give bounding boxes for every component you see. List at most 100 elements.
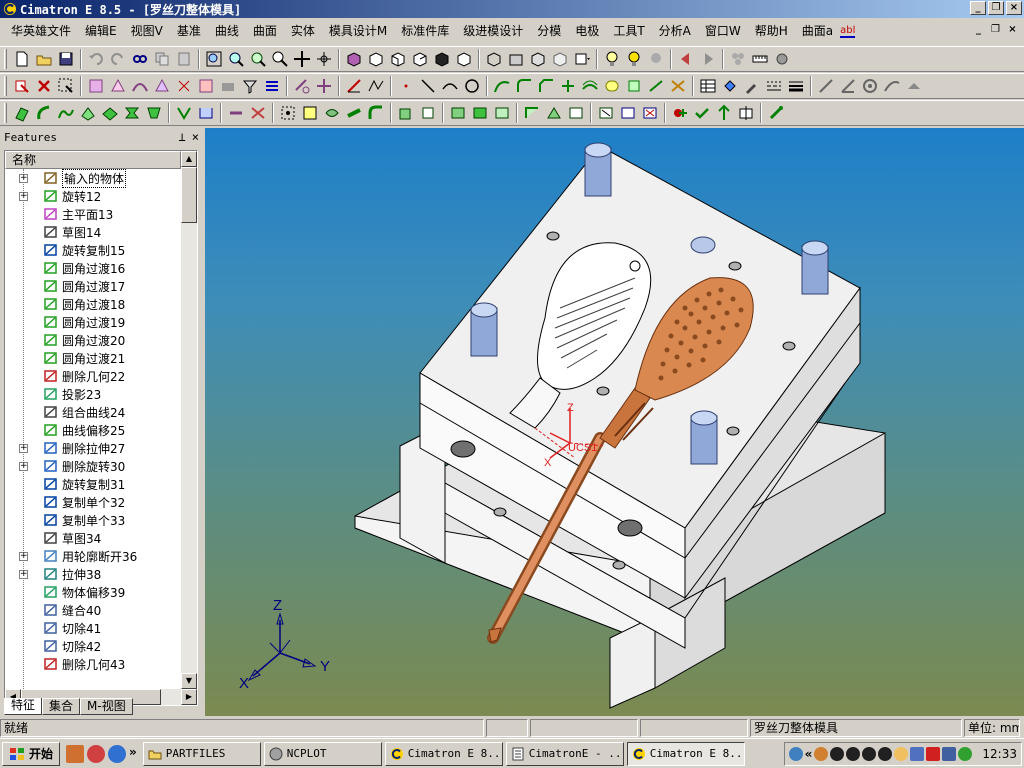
add-feature-icon[interactable] <box>669 102 691 124</box>
feature-tree-item[interactable]: + 旋转12 <box>5 187 181 205</box>
show-desktop-icon[interactable] <box>66 744 85 763</box>
feature-tree-item[interactable]: 圆角过渡16 <box>5 259 181 277</box>
tray-penguin-icon[interactable] <box>846 747 861 761</box>
expand-toggle-icon[interactable]: + <box>19 173 28 183</box>
feature-tree-item[interactable]: 旋转复制15 <box>5 241 181 259</box>
color-picker-icon[interactable] <box>741 75 763 97</box>
settings-gear-icon[interactable] <box>771 48 793 70</box>
check-feature-icon[interactable] <box>691 102 713 124</box>
doc-close-button[interactable]: × <box>1005 23 1020 37</box>
tray-chat-icon[interactable] <box>894 747 909 761</box>
delete-x-icon[interactable] <box>33 75 55 97</box>
list-icon[interactable] <box>261 75 283 97</box>
menu-solid[interactable]: 实体 <box>284 21 322 41</box>
pan-icon[interactable] <box>291 48 313 70</box>
feature-tree-item[interactable]: 缝合40 <box>5 601 181 619</box>
hidden-line-icon[interactable] <box>527 48 549 70</box>
new-file-icon[interactable] <box>11 48 33 70</box>
zoom-fit-icon[interactable] <box>203 48 225 70</box>
task-partfiles[interactable]: PARTFILES <box>142 741 261 766</box>
expand-toggle-icon[interactable]: + <box>19 461 28 471</box>
solid-chamfer-icon[interactable] <box>543 102 565 124</box>
surface-fillet-icon[interactable] <box>365 102 387 124</box>
doc-restore-button[interactable]: ❐ <box>988 23 1003 37</box>
scroll-up-button[interactable]: ▲ <box>181 151 197 167</box>
paste-icon[interactable] <box>173 48 195 70</box>
solid-cut-icon[interactable] <box>595 102 617 124</box>
task-cimatron-active[interactable]: Cimatron E 8... <box>626 741 745 766</box>
scroll-thumb[interactable] <box>181 167 197 223</box>
line-icon[interactable] <box>417 75 439 97</box>
mesh-surface-icon[interactable] <box>143 102 165 124</box>
feature-tree-item[interactable]: + 删除拉伸27 <box>5 439 181 457</box>
feature-tree-item[interactable]: 圆角过渡19 <box>5 313 181 331</box>
fill-color-icon[interactable] <box>719 75 741 97</box>
feature-tree[interactable]: 名称 + 输入的物体 + 旋转12 主平面13 草图14 旋转复制15 圆角过渡16 圆角过渡1… <box>4 150 198 706</box>
curve-chamfer-icon[interactable] <box>535 75 557 97</box>
sweep-surface-icon[interactable] <box>55 102 77 124</box>
select-all-icon[interactable] <box>217 75 239 97</box>
move-icon[interactable] <box>313 75 335 97</box>
menu-help[interactable]: 帮助H <box>748 21 795 41</box>
table-icon[interactable] <box>697 75 719 97</box>
drape-surface-icon[interactable] <box>121 102 143 124</box>
feature-tree-item[interactable]: 草图14 <box>5 223 181 241</box>
feature-tree-item[interactable]: 切除42 <box>5 637 181 655</box>
select-filter-icon[interactable] <box>11 75 33 97</box>
ie-browser-icon[interactable] <box>108 744 127 763</box>
feature-tree-item[interactable]: + 用轮廓断开36 <box>5 547 181 565</box>
rotate-view-icon[interactable] <box>313 48 335 70</box>
menu-analysis[interactable]: 分析A <box>652 21 698 41</box>
polyline-icon[interactable] <box>365 75 387 97</box>
line-style-icon[interactable] <box>763 75 785 97</box>
toolbar-grip[interactable] <box>4 103 7 123</box>
solid-fillet-icon[interactable] <box>521 102 543 124</box>
zoom-window-icon[interactable] <box>225 48 247 70</box>
menu-standard-parts[interactable]: 标准件库 <box>394 21 456 41</box>
task-cimatron-doc[interactable]: CimatronE - ... <box>505 741 624 766</box>
feature-tree-item[interactable]: + 删除旋转30 <box>5 457 181 475</box>
light-on-icon[interactable] <box>623 48 645 70</box>
solid-remove-icon[interactable] <box>639 102 661 124</box>
view-left-icon[interactable] <box>431 48 453 70</box>
task-cimatron-1[interactable]: Cimatron E 8... <box>384 741 503 766</box>
open-folder-icon[interactable] <box>33 48 55 70</box>
measure-radius-icon[interactable] <box>859 75 881 97</box>
select-points-icon[interactable] <box>173 75 195 97</box>
next-view-icon[interactable] <box>697 48 719 70</box>
split-feature-icon[interactable] <box>713 102 735 124</box>
feature-tree-item[interactable]: 圆角过渡18 <box>5 295 181 313</box>
solid-revolve-icon[interactable] <box>417 102 439 124</box>
point-grid-icon[interactable] <box>277 102 299 124</box>
menu-parting[interactable]: 分模 <box>530 21 568 41</box>
preferences-icon[interactable] <box>765 102 787 124</box>
expand-toggle-icon[interactable]: + <box>19 551 28 561</box>
feature-tree-item[interactable]: 主平面13 <box>5 205 181 223</box>
toolbar-grip[interactable] <box>4 76 7 96</box>
solid-draft-icon[interactable] <box>617 102 639 124</box>
tray-expand-icon[interactable]: « <box>805 747 813 761</box>
feature-tree-item[interactable]: 切除41 <box>5 619 181 637</box>
filter-icon[interactable] <box>239 75 261 97</box>
feature-tree-item[interactable]: 复制单个33 <box>5 511 181 529</box>
redo-icon[interactable] <box>107 48 129 70</box>
circle-icon[interactable] <box>461 75 483 97</box>
solid-extrude-icon[interactable] <box>395 102 417 124</box>
tray-monitor-icon[interactable] <box>910 747 925 761</box>
blend-surface-icon[interactable] <box>99 102 121 124</box>
feature-tree-item[interactable]: + 拉伸38 <box>5 565 181 583</box>
undo-icon[interactable] <box>85 48 107 70</box>
spline-icon[interactable] <box>491 75 513 97</box>
view-right-icon[interactable] <box>409 48 431 70</box>
menu-surface-a[interactable]: 曲面a <box>795 21 840 41</box>
solid-shell-icon[interactable] <box>565 102 587 124</box>
point-icon[interactable] <box>395 75 417 97</box>
copy-icon[interactable] <box>151 48 173 70</box>
feature-tree-item[interactable]: 删除几何22 <box>5 367 181 385</box>
surface-split-icon[interactable] <box>247 102 269 124</box>
view-front-icon[interactable] <box>387 48 409 70</box>
tray-display-icon[interactable] <box>942 747 957 761</box>
offset-curve-icon[interactable] <box>579 75 601 97</box>
transform-icon[interactable] <box>291 75 313 97</box>
doc-minimize-button[interactable]: _ <box>971 23 986 37</box>
